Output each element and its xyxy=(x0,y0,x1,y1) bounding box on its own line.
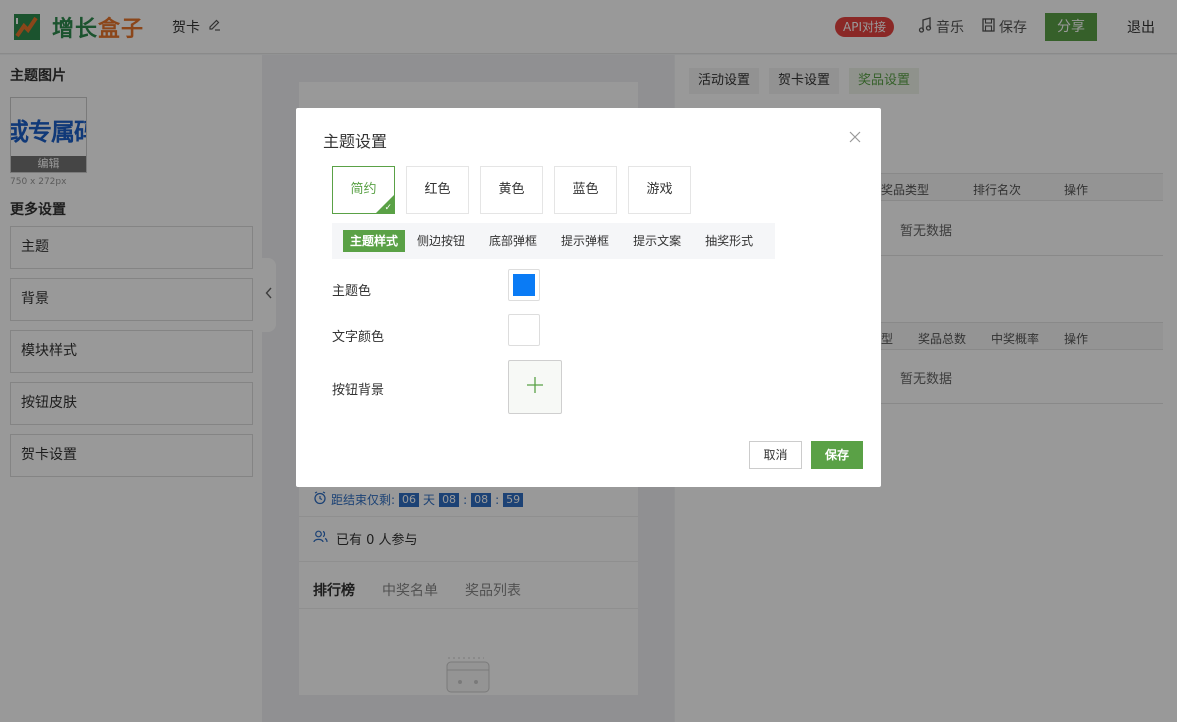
subtab-bottom-popup[interactable]: 底部弹框 xyxy=(477,230,549,252)
close-icon[interactable] xyxy=(849,130,861,146)
subtab-lottery-form[interactable]: 抽奖形式 xyxy=(693,230,765,252)
theme-option-game[interactable]: 游戏 xyxy=(628,166,691,214)
dialog-title: 主题设置 xyxy=(323,132,388,151)
theme-color-picker[interactable] xyxy=(508,269,540,301)
theme-option-simple[interactable]: 简约 ✓ xyxy=(332,166,395,214)
subtab-tip-text[interactable]: 提示文案 xyxy=(621,230,693,252)
theme-color-label: 主题色 xyxy=(332,284,372,299)
subtab-side-button[interactable]: 侧边按钮 xyxy=(405,230,477,252)
button-bg-upload[interactable] xyxy=(508,360,562,414)
subtab-theme-style[interactable]: 主题样式 xyxy=(343,230,406,252)
text-color-picker[interactable] xyxy=(508,314,540,346)
button-bg-label: 按钮背景 xyxy=(332,383,385,398)
theme-color-swatch xyxy=(513,274,535,296)
subtab-tip-popup[interactable]: 提示弹框 xyxy=(549,230,621,252)
style-subtabs: 主题样式 侧边按钮 底部弹框 提示弹框 提示文案 抽奖形式 xyxy=(332,223,775,259)
save-button[interactable]: 保存 xyxy=(811,441,863,469)
theme-option-yellow[interactable]: 黄色 xyxy=(480,166,543,214)
checkmark-icon: ✓ xyxy=(384,203,392,213)
theme-option-red[interactable]: 红色 xyxy=(406,166,469,214)
cancel-button[interactable]: 取消 xyxy=(749,441,802,469)
plus-icon xyxy=(526,371,544,401)
theme-option-label: 简约 xyxy=(350,182,377,197)
theme-settings-dialog: 主题设置 简约 ✓ 红色 黄色 蓝色 游戏 主题样式 侧边按钮 底部弹框 提示弹… xyxy=(296,108,881,487)
theme-options: 简约 ✓ 红色 黄色 蓝色 游戏 xyxy=(332,166,691,214)
theme-option-blue[interactable]: 蓝色 xyxy=(554,166,617,214)
text-color-label: 文字颜色 xyxy=(332,330,385,345)
